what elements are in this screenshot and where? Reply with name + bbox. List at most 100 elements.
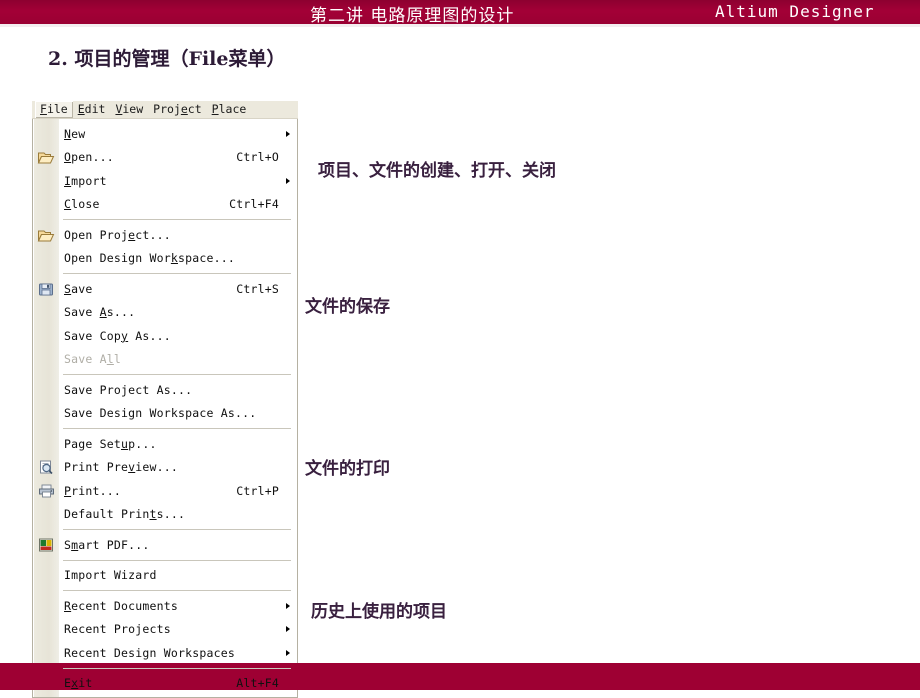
menu-item-recent-projects[interactable]: Recent Projects: [33, 618, 297, 642]
accelerator-letter: E: [77, 102, 85, 116]
menu-item-shortcut: Ctrl+P: [236, 483, 279, 498]
annotation-create-open-close: 项目、文件的创建、打开、关闭: [318, 161, 556, 181]
menu-item-label: Import: [64, 173, 107, 188]
menu-item-recent-documents[interactable]: Recent Documents: [33, 594, 297, 618]
section-heading: 2. 项目的管理（File菜单）: [48, 48, 286, 70]
menu-item-label: New: [64, 126, 86, 141]
menu-item-label: Recent Design Workspaces: [64, 645, 235, 660]
menubar-item-place[interactable]: Place: [207, 101, 252, 118]
annotation-recent-projects: 历史上使用的项目: [311, 602, 447, 622]
menu-item-import[interactable]: Import: [33, 169, 297, 193]
menu-item-label: Recent Documents: [64, 598, 178, 613]
menubar-item-label: File: [40, 102, 68, 116]
menu-item-save[interactable]: Save Ctrl+S: [33, 277, 297, 301]
annotation-file-save: 文件的保存: [305, 297, 390, 317]
menu-separator: [63, 219, 291, 220]
menu-separator: [63, 273, 291, 274]
accelerator-letter: e: [180, 102, 188, 116]
submenu-arrow-icon: [286, 626, 290, 633]
menu-item-label: Page Setup...: [64, 436, 157, 451]
menu-item-new[interactable]: New: [33, 122, 297, 146]
open-folder-icon: [37, 149, 56, 166]
menu-item-label: Save As...: [64, 305, 136, 320]
menubar-item-view[interactable]: View: [110, 101, 148, 118]
menu-item-open-design-workspace[interactable]: Open Design Workspace...: [33, 247, 297, 271]
menu-item-print[interactable]: Print... Ctrl+P: [33, 479, 297, 503]
menu-item-label: Default Prints...: [64, 507, 186, 522]
menu-separator: [63, 374, 291, 375]
slide-header-brand: Altium Designer: [715, 2, 875, 21]
menu-item-label: Save: [64, 281, 93, 296]
accelerator-letter: v: [128, 460, 136, 475]
menubar-item-label: Place: [211, 102, 247, 116]
menu-item-label: Exit: [64, 676, 93, 691]
menu-separator: [63, 559, 291, 561]
accelerator-letter: R: [64, 598, 72, 613]
menu-separator: [63, 529, 291, 530]
accelerator-letter: N: [64, 126, 72, 141]
menu-item-default-prints[interactable]: Default Prints...: [33, 503, 297, 527]
accelerator-letter: A: [99, 305, 107, 320]
accelerator-letter: I: [64, 173, 72, 188]
menu-item-print-preview[interactable]: Print Preview...: [33, 456, 297, 480]
slide-header-title: 第二讲 电路原理图的设计: [310, 6, 515, 26]
open-folder-icon: [37, 226, 56, 243]
menubar-item-label: Edit: [77, 102, 106, 116]
menu-separator: [63, 667, 291, 669]
submenu-arrow-icon: [286, 649, 290, 656]
menu-separator: [63, 590, 291, 591]
menu-item-label: Smart PDF...: [64, 537, 150, 552]
menu-item-label: Save All: [64, 352, 121, 367]
accelerator-letter: C: [64, 197, 72, 212]
accelerator-letter: P: [211, 102, 219, 116]
submenu-arrow-icon: [286, 177, 290, 184]
annotation-file-print: 文件的打印: [305, 459, 390, 479]
menu-item-smart-pdf[interactable]: Smart PDF...: [33, 533, 297, 557]
menu-item-label: Close: [64, 197, 100, 212]
file-menu-dropdown: New Open... Ctrl+O Import Close Ctrl+F4 Open P…: [32, 119, 298, 698]
accelerator-letter: F: [40, 102, 47, 116]
accelerator-letter: y: [121, 328, 129, 343]
accelerator-letter: t: [149, 507, 157, 522]
print-preview-icon: [37, 459, 56, 476]
header-divider-rule: [0, 24, 920, 27]
smart-pdf-icon: [37, 536, 56, 553]
menu-item-save-design-workspace-as[interactable]: Save Design Workspace As...: [33, 402, 297, 426]
menubar-item-label: View: [115, 102, 144, 116]
accelerator-letter: V: [115, 102, 123, 116]
application-menu-bar: File Edit View Project Place: [32, 101, 298, 119]
menu-item-label: Open...: [64, 150, 114, 165]
menu-item-page-setup[interactable]: Page Setup...: [33, 432, 297, 456]
save-disk-icon: [37, 280, 56, 297]
menu-item-label: Save Project As...: [64, 382, 193, 397]
file-menu-window: File Edit View Project Place New Open... Ctrl+…: [32, 101, 298, 698]
menu-item-open[interactable]: Open... Ctrl+O: [33, 146, 297, 170]
menu-item-label: Print Preview...: [64, 460, 178, 475]
menu-item-label: Open Design Workspace...: [64, 251, 235, 266]
menubar-item-edit[interactable]: Edit: [73, 101, 111, 118]
menu-separator: [63, 428, 291, 429]
menubar-item-project[interactable]: Project: [148, 101, 207, 118]
accelerator-letter: e: [128, 227, 136, 242]
menubar-item-file[interactable]: File: [35, 101, 73, 118]
menu-item-recent-design-workspaces[interactable]: Recent Design Workspaces: [33, 641, 297, 665]
accelerator-letter: S: [64, 281, 72, 296]
menu-item-save-copy-as[interactable]: Save Copy As...: [33, 324, 297, 348]
menu-item-label: Save Design Workspace As...: [64, 406, 257, 421]
menu-item-shortcut: Alt+F4: [236, 676, 279, 691]
accelerator-letter: O: [64, 150, 72, 165]
accelerator-letter: m: [71, 537, 79, 552]
accelerator-letter: k: [170, 251, 178, 266]
accelerator-letter: u: [121, 436, 129, 451]
menu-item-shortcut: Ctrl+O: [236, 150, 279, 165]
accelerator-letter: P: [64, 483, 72, 498]
menu-item-open-project[interactable]: Open Project...: [33, 223, 297, 247]
menu-item-label: Recent Projects: [64, 622, 171, 637]
menu-item-exit[interactable]: Exit Alt+F4: [33, 672, 297, 696]
menu-item-label: Import Wizard: [64, 568, 157, 583]
menu-item-save-as[interactable]: Save As...: [33, 301, 297, 325]
menu-item-save-project-as[interactable]: Save Project As...: [33, 378, 297, 402]
menu-item-close[interactable]: Close Ctrl+F4: [33, 193, 297, 217]
menu-item-import-wizard[interactable]: Import Wizard: [33, 564, 297, 588]
menu-item-label: Open Project...: [64, 227, 171, 242]
